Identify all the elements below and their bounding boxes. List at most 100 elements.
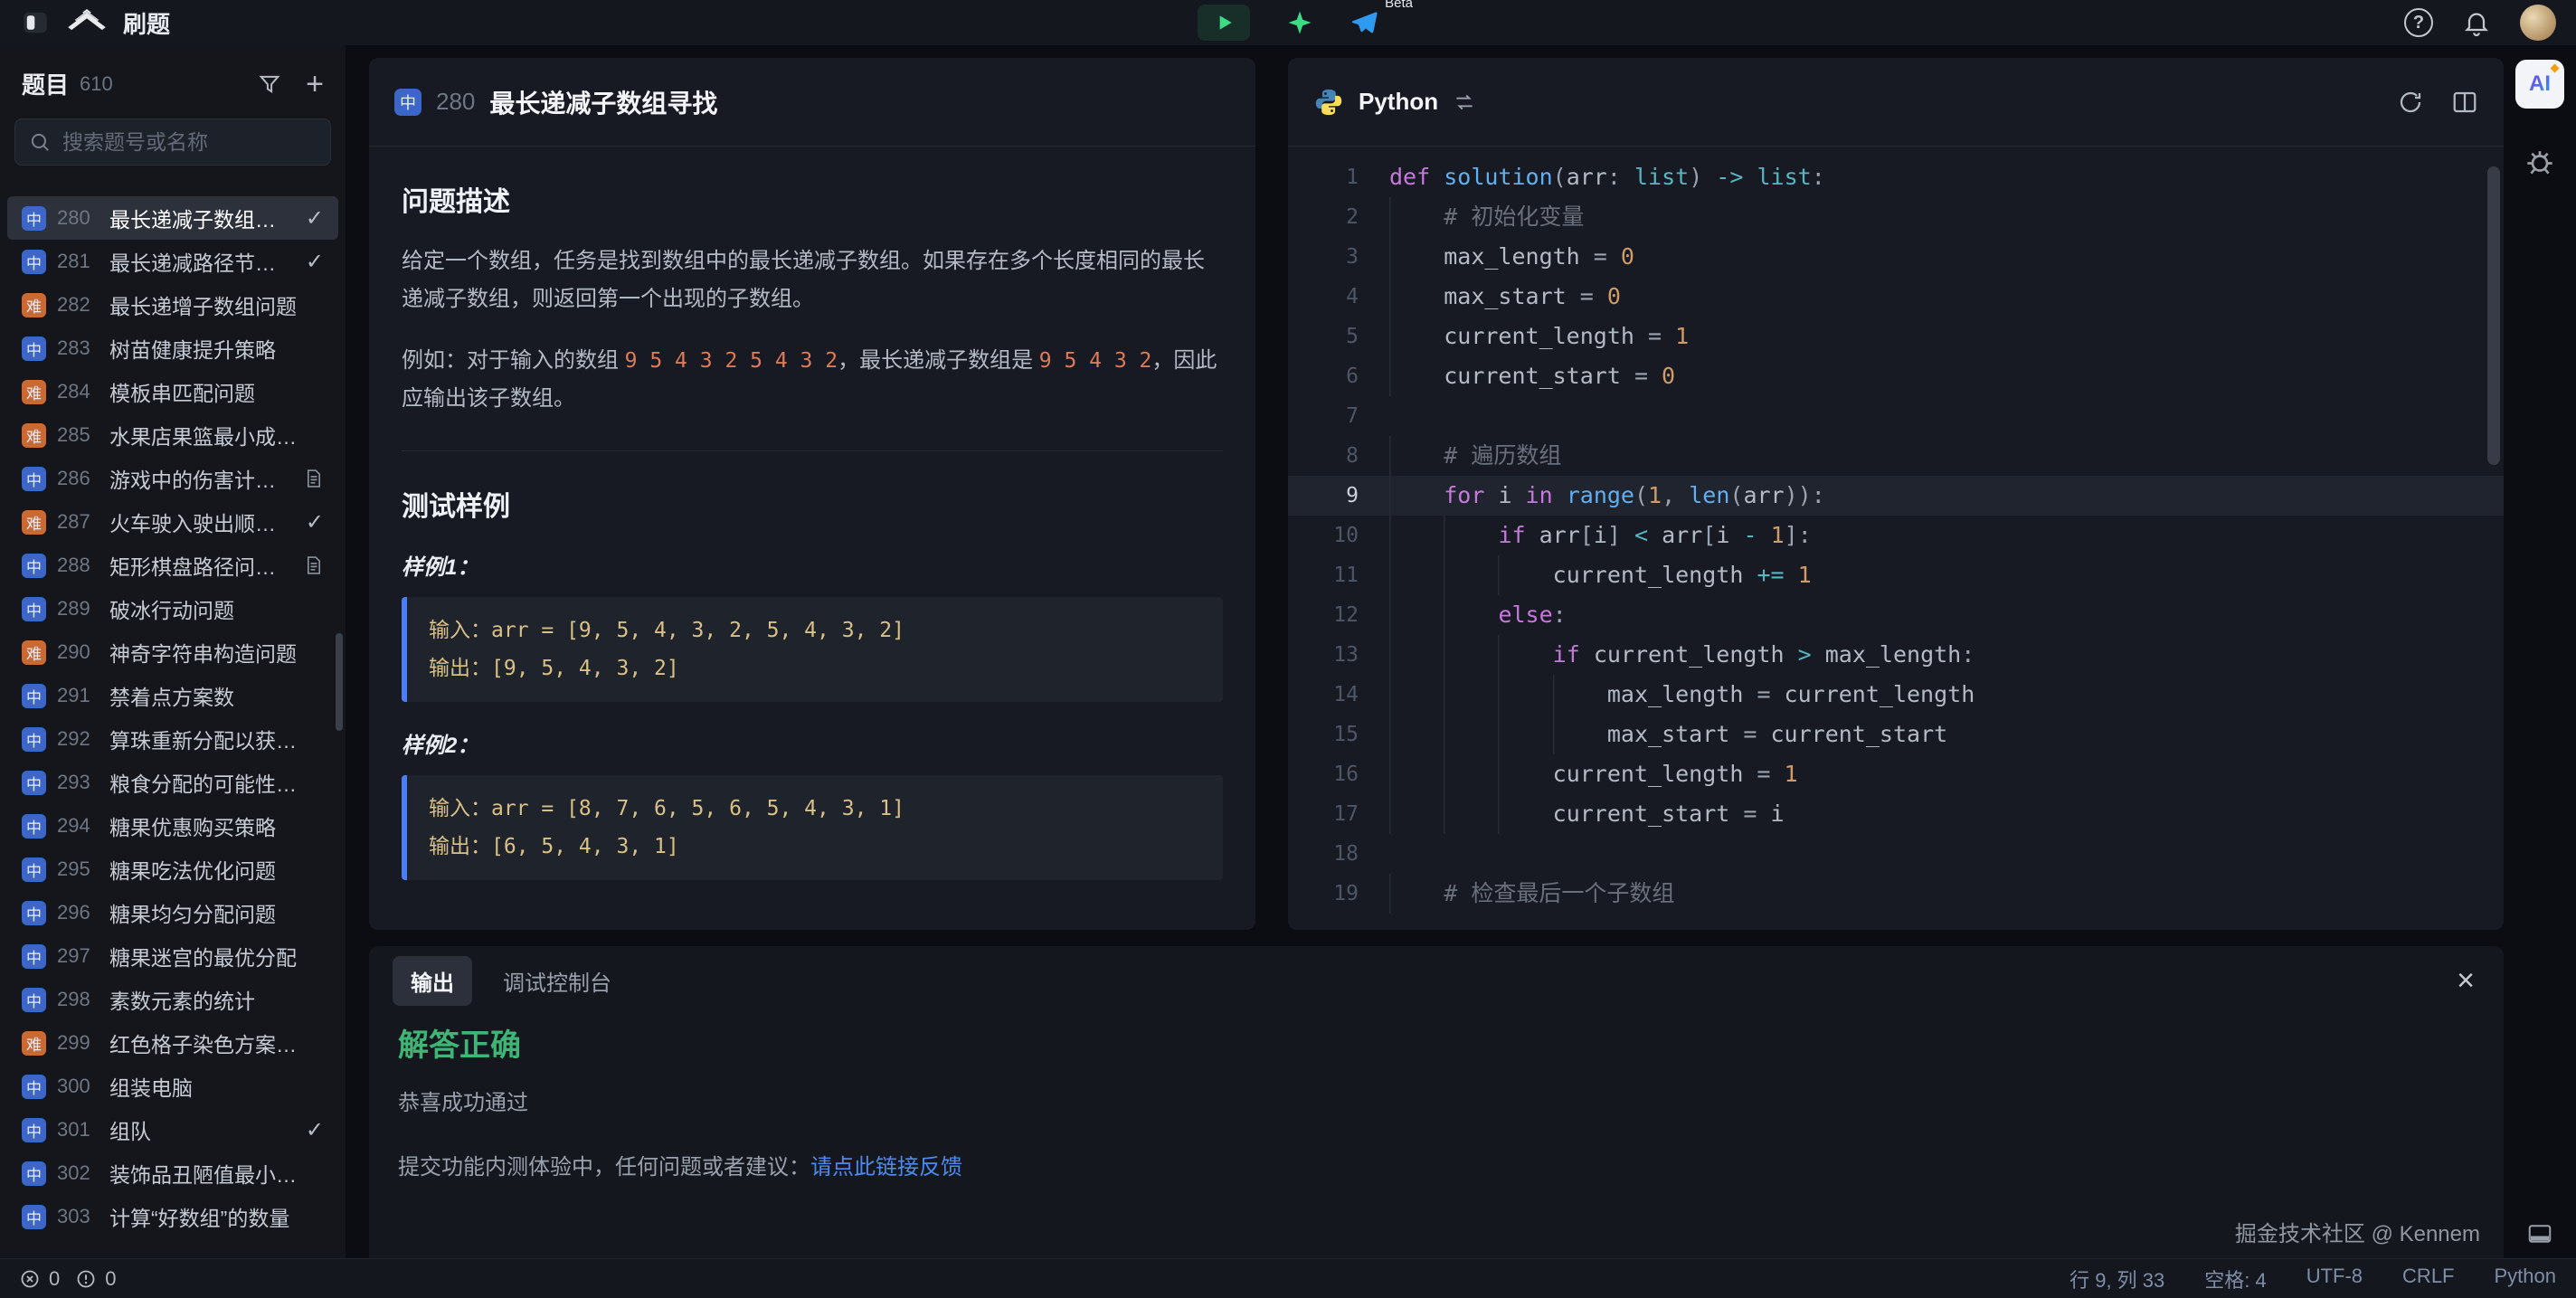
code-line[interactable]: 7 — [1288, 396, 2504, 436]
indent-guide — [1498, 675, 1552, 715]
code-line[interactable]: 5 current_length = 1 — [1288, 317, 2504, 356]
debug-bug-icon[interactable] — [2522, 143, 2558, 179]
code-line[interactable]: 15 max_start = current_start — [1288, 715, 2504, 754]
problem-list-item[interactable]: 中281最长递减路径节…✓ — [7, 240, 338, 283]
problem-number: 294 — [57, 814, 99, 838]
beta-badge: Beta — [1385, 0, 1413, 11]
problem-list-item[interactable]: 中303计算“好数组”的数量 — [7, 1195, 338, 1238]
ai-assistant-icon[interactable]: AI — [2515, 60, 2564, 109]
problem-list-item[interactable]: 中296糖果均匀分配问题 — [7, 891, 338, 934]
problem-number: 299 — [57, 1031, 99, 1055]
problem-list-item[interactable]: 难299红色格子染色方案… — [7, 1021, 338, 1065]
code-line[interactable]: 2 # 初始化变量 — [1288, 197, 2504, 237]
line-number: 13 — [1288, 635, 1389, 675]
problem-list-item[interactable]: 中297糖果迷宫的最优分配 — [7, 934, 338, 978]
submit-button[interactable] — [1286, 9, 1313, 36]
indent-guide — [1389, 476, 1444, 516]
code-line[interactable]: 19 # 检查最后一个子数组 — [1288, 874, 2504, 914]
code-line[interactable]: 11 current_length += 1 — [1288, 555, 2504, 595]
search-input[interactable] — [61, 129, 317, 156]
problem-list-item[interactable]: 中289破冰行动问题 — [7, 587, 338, 630]
code-line[interactable]: 4 max_start = 0 — [1288, 277, 2504, 317]
toggle-panel-icon[interactable] — [2524, 1220, 2556, 1247]
code-text: max_start = 0 — [1389, 277, 2504, 317]
statusbar-item[interactable]: 行 9, 列 33 — [2069, 1265, 2164, 1293]
indent-guide — [1389, 675, 1444, 715]
indent-guide — [1444, 675, 1498, 715]
difficulty-badge: 中 — [22, 336, 46, 361]
sidebar-toggle-icon[interactable] — [20, 7, 51, 38]
problem-list-item[interactable]: 难290神奇字符串构造问题 — [7, 630, 338, 674]
code-line[interactable]: 17 current_start = i — [1288, 794, 2504, 834]
statusbar-item[interactable]: 空格: 4 — [2204, 1265, 2266, 1293]
editor-scrollbar[interactable] — [2487, 166, 2500, 465]
statusbar-item[interactable]: UTF-8 — [2306, 1265, 2363, 1293]
code-line[interactable]: 13 if current_length > max_length: — [1288, 635, 2504, 675]
problem-number: 285 — [57, 423, 99, 447]
code-line[interactable]: 9 for i in range(1, len(arr)): — [1288, 476, 2504, 516]
problem-list-item[interactable]: 难282最长递增子数组问题 — [7, 283, 338, 327]
code-line[interactable]: 12 else: — [1288, 595, 2504, 635]
line-number: 4 — [1288, 277, 1389, 317]
warnings-icon[interactable] — [76, 1269, 96, 1289]
result-subtitle: 恭喜成功通过 — [398, 1085, 2475, 1116]
user-avatar[interactable] — [2520, 5, 2556, 41]
code-line[interactable]: 10 if arr[i] < arr[i - 1]: — [1288, 516, 2504, 555]
code-editor[interactable]: 1def solution(arr: list) -> list:2 # 初始化… — [1288, 147, 2504, 930]
tab-debug-console[interactable]: 调试控制台 — [485, 956, 630, 1006]
reset-code-icon[interactable] — [2397, 89, 2424, 116]
tab-output[interactable]: 输出 — [393, 956, 472, 1006]
code-line[interactable]: 6 current_start = 0 — [1288, 356, 2504, 396]
run-button[interactable] — [1198, 5, 1250, 41]
code-line[interactable]: 18 — [1288, 834, 2504, 874]
problem-list-item[interactable]: 中294糖果优惠购买策略 — [7, 804, 338, 848]
switch-language-icon[interactable] — [1453, 90, 1476, 114]
code-line[interactable]: 3 max_length = 0 — [1288, 237, 2504, 277]
feedback-link[interactable]: 请点此链接反馈 — [810, 1155, 962, 1180]
problem-list-item[interactable]: 中295糖果吃法优化问题 — [7, 848, 338, 891]
problem-list-item[interactable]: 中286游戏中的伤害计… — [7, 457, 338, 500]
indent-guide — [1389, 874, 1444, 914]
juejin-logo[interactable] — [67, 9, 107, 36]
code-line[interactable]: 14 max_length = current_length — [1288, 675, 2504, 715]
problem-list-item[interactable]: 中298素数元素的统计 — [7, 978, 338, 1021]
close-panel-icon[interactable]: × — [2451, 964, 2480, 997]
code-line[interactable]: 1def solution(arr: list) -> list: — [1288, 157, 2504, 197]
code-line[interactable]: 8 # 遍历数组 — [1288, 436, 2504, 476]
problem-list-item[interactable]: 中302装饰品丑陋值最小… — [7, 1151, 338, 1195]
statusbar-item[interactable]: CRLF — [2402, 1265, 2454, 1293]
code-text: if arr[i] < arr[i - 1]: — [1389, 516, 2504, 555]
split-editor-icon[interactable] — [2451, 89, 2478, 116]
errors-icon[interactable] — [20, 1269, 40, 1289]
problem-list-item[interactable]: 中291禁着点方案数 — [7, 674, 338, 717]
help-icon[interactable]: ? — [2404, 8, 2433, 37]
problem-list-item[interactable]: 中300组装电脑 — [7, 1065, 338, 1108]
notifications-bell-icon[interactable] — [2462, 8, 2491, 37]
problem-list-item[interactable]: 难285水果店果篮最小成… — [7, 413, 338, 457]
problem-list-item[interactable]: 中301组队✓ — [7, 1108, 338, 1151]
problem-list-item[interactable]: 中292算珠重新分配以获… — [7, 717, 338, 761]
problem-header-number: 280 — [436, 88, 475, 116]
problem-number: 292 — [57, 727, 99, 751]
problem-number: 301 — [57, 1118, 99, 1142]
difficulty-badge: 中 — [22, 554, 46, 578]
problem-list-item[interactable]: 中280最长递减子数组…✓ — [7, 196, 338, 240]
problem-list-item[interactable]: 难284模板串匹配问题 — [7, 370, 338, 413]
problem-list-item[interactable]: 中293粮食分配的可能性… — [7, 761, 338, 804]
sample2-code-block: 输入：arr = [8, 7, 6, 5, 6, 5, 4, 3, 1] 输出：… — [402, 775, 1223, 880]
filter-funnel-icon[interactable] — [257, 71, 282, 97]
problem-title: 树苗健康提升策略 — [109, 333, 324, 364]
problem-list-item[interactable]: 中283树苗健康提升策略 — [7, 327, 338, 370]
difficulty-badge: 中 — [22, 944, 46, 969]
problem-title: 粮食分配的可能性… — [109, 767, 324, 798]
indent-guide — [1389, 436, 1444, 476]
problem-list-item[interactable]: 中288矩形棋盘路径问… — [7, 544, 338, 587]
statusbar-item[interactable]: Python — [2495, 1265, 2557, 1293]
problem-number: 288 — [57, 554, 99, 577]
search-box[interactable] — [14, 118, 331, 166]
problem-list-item[interactable]: 难287火车驶入驶出顺…✓ — [7, 500, 338, 544]
feedback-plane-button[interactable]: Beta — [1350, 8, 1378, 37]
code-line[interactable]: 16 current_length = 1 — [1288, 754, 2504, 794]
sidebar-scrollbar[interactable] — [336, 633, 343, 731]
add-problem-icon[interactable]: + — [306, 69, 324, 99]
